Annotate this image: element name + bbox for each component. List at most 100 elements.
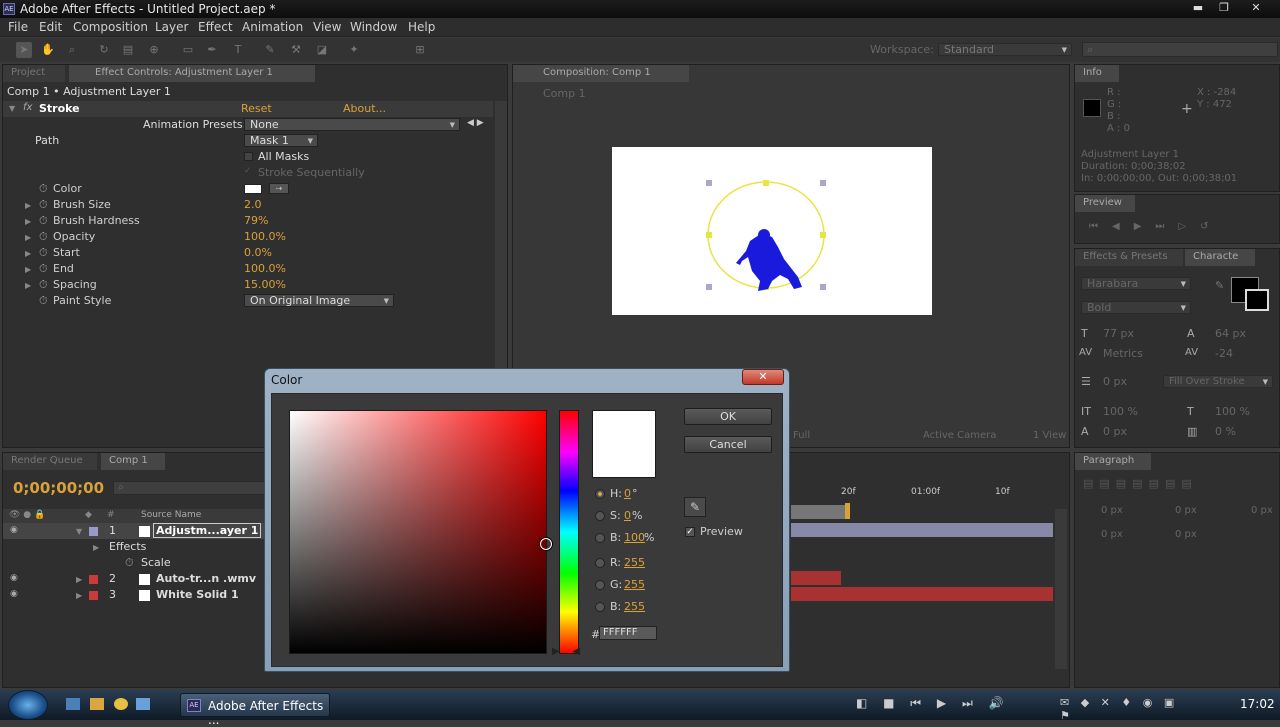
layer-name[interactable]: Adjustm...ayer 1 <box>153 523 262 538</box>
composition-canvas[interactable] <box>612 147 932 315</box>
help-search-input[interactable]: ⌕ <box>1082 42 1278 57</box>
menu-effect[interactable]: Effect <box>198 20 233 34</box>
layer-duration-bar[interactable] <box>791 571 841 585</box>
path-dropdown[interactable]: Mask 1 <box>244 134 318 147</box>
clock[interactable]: 17:02 <box>1240 697 1275 711</box>
green-value[interactable]: 255 <box>624 578 645 591</box>
horizontal-scale-value[interactable]: 100 % <box>1215 405 1250 418</box>
about-link[interactable]: About... <box>343 102 386 115</box>
expand-triangle-icon[interactable]: ▶ <box>25 281 31 290</box>
tab-character[interactable]: Characte <box>1185 249 1255 266</box>
hex-input[interactable]: FFFFFF <box>599 626 657 640</box>
axis-mode-icon[interactable]: ⊞ <box>412 42 428 58</box>
layer-duration-bar[interactable] <box>791 523 1053 537</box>
tracking-value[interactable]: -24 <box>1215 347 1233 360</box>
cancel-button[interactable]: Cancel <box>684 436 772 453</box>
saturation-brightness-field[interactable] <box>289 410 547 654</box>
saturation-radio[interactable] <box>595 511 605 521</box>
workspace-dropdown[interactable]: Standard <box>938 43 1072 56</box>
blue-radio[interactable] <box>595 602 605 612</box>
font-size-value[interactable]: 77 px <box>1103 327 1134 340</box>
expand-triangle-icon[interactable]: ▼ <box>9 104 15 113</box>
tab-effects-presets[interactable]: Effects & Presets <box>1075 249 1183 266</box>
menu-edit[interactable]: Edit <box>39 20 62 34</box>
blue-value[interactable]: 255 <box>624 600 645 613</box>
stroke-color-swatch[interactable] <box>1245 289 1269 311</box>
pan-behind-tool-icon[interactable]: ⊕ <box>146 42 162 58</box>
eraser-tool-icon[interactable]: ◪ <box>314 42 330 58</box>
switch-windows-icon[interactable] <box>136 698 150 710</box>
resolution-dropdown[interactable]: Full <box>793 430 810 441</box>
dialog-close-icon[interactable]: ✕ <box>742 369 784 385</box>
expand-triangle-icon[interactable]: ▶ <box>76 591 82 600</box>
brush-size-value[interactable]: 2.0 <box>244 198 262 211</box>
layer-name[interactable]: White Solid 1 <box>156 588 239 601</box>
hue-slider-handle-icon[interactable]: ▶ ◀ <box>552 646 580 657</box>
layer-row[interactable]: ◉ ▶ 3 White Solid 1 <box>3 587 265 603</box>
stopwatch-icon[interactable]: ⏱ <box>39 214 48 228</box>
pen-tool-icon[interactable]: ✒ <box>204 42 220 58</box>
stopwatch-icon[interactable]: ⏱ <box>39 230 48 244</box>
tab-paragraph[interactable]: Paragraph <box>1075 453 1151 470</box>
menu-file[interactable]: File <box>8 20 28 34</box>
red-radio[interactable] <box>595 558 605 568</box>
minimize-icon[interactable]: ▬ <box>1185 0 1211 16</box>
media-controls-icon[interactable]: ◧ ■ ⏮ ▶ ⏭ 🔊 <box>856 696 1056 714</box>
brush-tool-icon[interactable]: ✎ <box>262 42 278 58</box>
fx-icon[interactable]: fx <box>23 102 32 113</box>
playback-controls-icon[interactable]: ⏮◀▶⏭▷↺ <box>1089 221 1222 232</box>
clone-tool-icon[interactable]: ⚒ <box>288 42 304 58</box>
tab-project[interactable]: Project <box>3 65 65 82</box>
explorer-icon[interactable] <box>90 698 104 710</box>
opacity-value[interactable]: 100.0% <box>244 230 286 243</box>
leading-value[interactable]: 64 px <box>1215 327 1246 340</box>
timeline-scrollbar[interactable] <box>1055 509 1067 669</box>
system-tray-icons[interactable]: ✉ ◆ ✕ ♦ ◉ ▣ ⚑ <box>1060 696 1190 722</box>
space-before-value[interactable]: 0 px <box>1101 529 1123 540</box>
all-masks-checkbox[interactable] <box>244 152 253 161</box>
tab-composition[interactable]: Composition: Comp 1 <box>513 65 689 82</box>
eyedropper-icon[interactable]: ✎ <box>1215 279 1224 292</box>
preset-nav-icon[interactable]: ◀ ▶ <box>467 118 484 128</box>
ok-button[interactable]: OK <box>684 408 772 425</box>
reset-link[interactable]: Reset <box>241 102 272 115</box>
camera-dropdown[interactable]: Active Camera <box>923 430 996 441</box>
red-value[interactable]: 255 <box>624 556 645 569</box>
work-area-bar[interactable] <box>791 505 847 519</box>
stopwatch-icon[interactable]: ⏱ <box>39 246 48 260</box>
saturation-value[interactable]: 0 <box>624 509 631 522</box>
stopwatch-icon[interactable]: ⏱ <box>39 278 48 292</box>
menu-help[interactable]: Help <box>408 20 435 34</box>
menu-window[interactable]: Window <box>350 20 397 34</box>
tab-info[interactable]: Info <box>1075 65 1119 82</box>
label-color-chip[interactable] <box>89 527 98 536</box>
visibility-eye-icon[interactable]: ◉ <box>10 525 18 535</box>
rectangle-tool-icon[interactable]: ▭ <box>180 42 196 58</box>
expand-triangle-icon[interactable]: ▶ <box>25 201 31 210</box>
baseline-shift-value[interactable]: 0 px <box>1103 425 1127 438</box>
spacing-value[interactable]: 15.00% <box>244 278 286 291</box>
taskbar-app-button[interactable]: AE Adobe After Effects ... <box>180 693 330 727</box>
brightness-radio[interactable] <box>595 533 605 543</box>
menu-animation[interactable]: Animation <box>242 20 303 34</box>
stroke-width-value[interactable]: 0 px <box>1103 375 1127 388</box>
indent-first-value[interactable]: 0 px <box>1251 505 1273 516</box>
hand-tool-icon[interactable]: ✋ <box>40 42 56 58</box>
tab-effect-controls[interactable]: Effect Controls: Adjustment Layer 1 <box>69 65 315 82</box>
tab-comp[interactable]: Comp 1 <box>101 453 165 470</box>
hue-radio[interactable] <box>595 489 605 499</box>
stroke-mode-dropdown[interactable]: Fill Over Stroke <box>1163 375 1273 388</box>
brush-hardness-value[interactable]: 79% <box>244 214 268 227</box>
layer-name[interactable]: Auto-tr...n .wmv <box>156 572 256 585</box>
maximize-icon[interactable]: ❐ <box>1211 0 1237 16</box>
view-layout-dropdown[interactable]: 1 View <box>1033 430 1066 441</box>
hue-slider[interactable] <box>559 410 579 654</box>
color-swatch[interactable] <box>244 184 262 194</box>
close-icon[interactable]: ✕ <box>1243 0 1269 16</box>
stopwatch-icon[interactable]: ⏱ <box>39 262 48 276</box>
align-buttons-icon[interactable]: ▤▤▤▤▤▤▤ <box>1083 477 1198 490</box>
zoom-tool-icon[interactable]: ⌕ <box>64 42 80 58</box>
stopwatch-icon[interactable]: ⏱ <box>39 182 48 196</box>
color-picker-cursor[interactable] <box>540 538 552 550</box>
visibility-eye-icon[interactable]: ◉ <box>10 573 18 583</box>
